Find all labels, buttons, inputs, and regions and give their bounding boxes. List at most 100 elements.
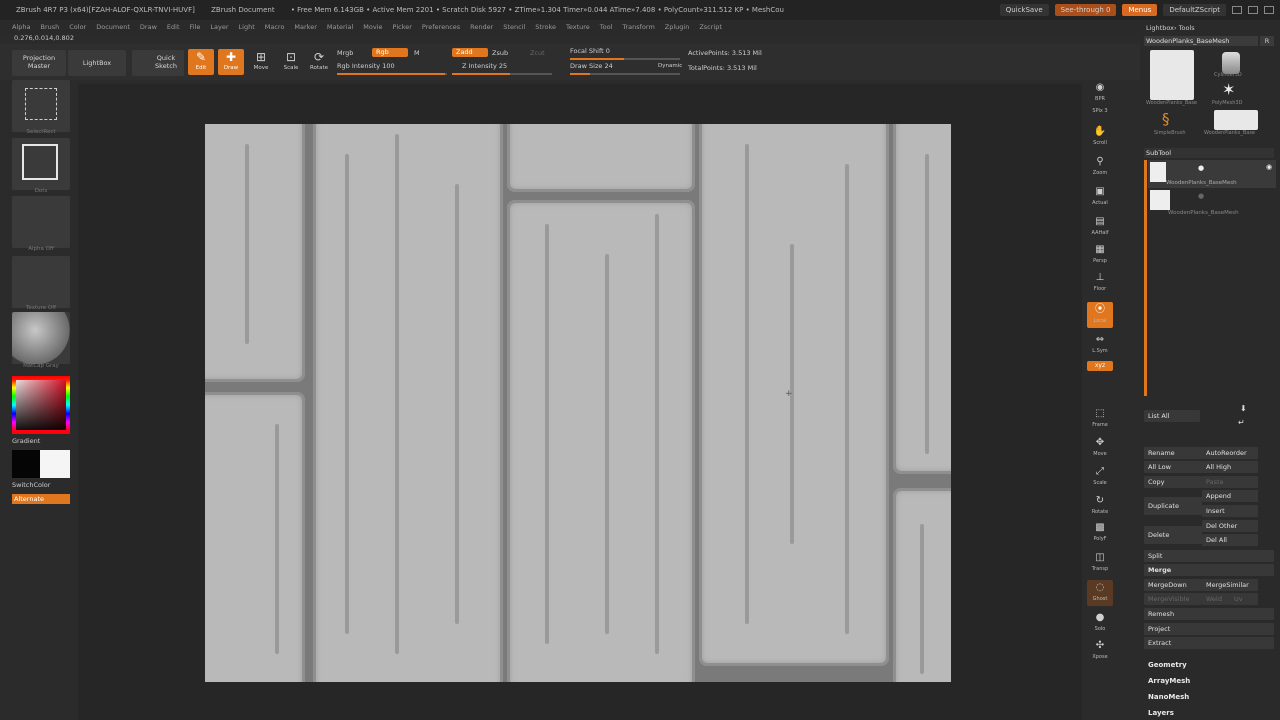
nanomesh-menu[interactable]: NanoMesh: [1148, 693, 1189, 701]
rgb-button[interactable]: Rgb: [372, 48, 408, 57]
cylinder3d-thumb[interactable]: [1222, 52, 1240, 74]
menu-layer[interactable]: Layer: [210, 23, 228, 31]
duplicate-button[interactable]: Duplicate: [1144, 497, 1202, 515]
append-button[interactable]: Append: [1202, 490, 1258, 502]
project-button[interactable]: Project: [1144, 623, 1274, 635]
material-sphere[interactable]: [12, 312, 70, 364]
auto-reorder-button[interactable]: AutoReorder: [1202, 447, 1258, 459]
paste-button[interactable]: Paste: [1202, 476, 1258, 488]
rotate-view-button[interactable]: ↻ Rotate: [1087, 493, 1113, 519]
aahalf-button[interactable]: ▤ AAHalf: [1087, 214, 1113, 240]
del-other-button[interactable]: Del Other: [1202, 520, 1258, 532]
m-button[interactable]: M: [414, 49, 420, 57]
weld-button[interactable]: Weld: [1202, 593, 1230, 605]
subtool-scrollbar[interactable]: [1144, 160, 1147, 396]
transp-button[interactable]: ◫ Transp: [1087, 550, 1113, 576]
merge-similar-button[interactable]: MergeSimilar: [1202, 579, 1258, 591]
draw-button[interactable]: ✚ Draw: [218, 49, 244, 75]
menu-file[interactable]: File: [190, 23, 201, 31]
eye-icon[interactable]: ●: [1198, 192, 1204, 200]
copy-button[interactable]: Copy: [1144, 476, 1202, 488]
rgb-intensity-slider[interactable]: Rgb Intensity 100: [337, 62, 395, 70]
rotate-button[interactable]: ⟳ Rotate: [306, 49, 332, 75]
all-low-button[interactable]: All Low: [1144, 461, 1202, 473]
menu-transform[interactable]: Transform: [622, 23, 654, 31]
r-button[interactable]: R: [1260, 36, 1274, 46]
ghost-button[interactable]: ◌ Ghost: [1087, 580, 1113, 606]
draw-size-slider[interactable]: Draw Size 24: [570, 62, 613, 70]
primary-color-swatch[interactable]: [40, 450, 70, 478]
list-all-button[interactable]: List All: [1144, 410, 1200, 422]
default-zscript-button[interactable]: DefaultZScript: [1163, 4, 1226, 16]
menu-preferences[interactable]: Preferences: [422, 23, 460, 31]
projection-master-button[interactable]: Projection Master: [12, 50, 66, 76]
menu-document[interactable]: Document: [96, 23, 130, 31]
wooden-planks-thumb[interactable]: [1150, 50, 1194, 100]
scroll-button[interactable]: ✋ Scroll: [1087, 124, 1113, 150]
switch-color-button[interactable]: SwitchColor: [12, 481, 50, 489]
lightbox-button[interactable]: LightBox: [68, 50, 126, 76]
actual-button[interactable]: ▣ Actual: [1087, 184, 1113, 210]
merge-button[interactable]: Merge: [1144, 564, 1274, 576]
zsub-button[interactable]: Zsub: [492, 49, 508, 57]
texture-off-slot[interactable]: [12, 256, 70, 308]
floor-button[interactable]: ⊥ Floor: [1087, 270, 1113, 296]
rename-button[interactable]: Rename: [1144, 447, 1202, 459]
del-all-button[interactable]: Del All: [1202, 534, 1258, 546]
arraymesh-menu[interactable]: ArrayMesh: [1148, 677, 1190, 685]
mrgb-button[interactable]: Mrgb: [337, 49, 353, 57]
layers-menu[interactable]: Layers: [1148, 709, 1174, 717]
menu-stroke[interactable]: Stroke: [535, 23, 556, 31]
alternate-button[interactable]: Alternate: [12, 494, 70, 504]
subtool-item-1[interactable]: ● ◉ WoodenPlanks_BaseMesh: [1148, 160, 1276, 188]
menu-movie[interactable]: Movie: [363, 23, 382, 31]
insert-button[interactable]: Insert: [1202, 505, 1258, 517]
xyz-button[interactable]: xyz: [1087, 361, 1113, 371]
see-through-slider[interactable]: See-through 0: [1054, 4, 1117, 16]
menu-light[interactable]: Light: [239, 23, 255, 31]
wooden-planks-canvas[interactable]: +: [205, 124, 951, 682]
quick-sketch-button[interactable]: Quick Sketch: [132, 50, 184, 76]
menu-zplugin[interactable]: Zplugin: [665, 23, 690, 31]
gradient-label[interactable]: Gradient: [12, 437, 40, 445]
menu-picker[interactable]: Picker: [393, 23, 412, 31]
lightbox-tools-link[interactable]: Lightbox› Tools: [1146, 24, 1195, 32]
menu-stencil[interactable]: Stencil: [503, 23, 525, 31]
menu-edit[interactable]: Edit: [167, 23, 180, 31]
zoom-button[interactable]: ⚲ Zoom: [1087, 154, 1113, 180]
stroke-dots[interactable]: [12, 138, 70, 190]
subtool-header[interactable]: SubTool: [1144, 148, 1274, 158]
solo-button[interactable]: ● Solo: [1087, 610, 1113, 636]
menu-render[interactable]: Render: [470, 23, 493, 31]
menu-marker[interactable]: Marker: [294, 23, 316, 31]
local-button[interactable]: ⦿ Local: [1087, 302, 1113, 328]
spix-slider[interactable]: SPix 3: [1087, 108, 1113, 118]
subtool-item-2[interactable]: ● WoodenPlanks_BaseMesh: [1148, 190, 1276, 218]
quicksave-button[interactable]: QuickSave: [999, 4, 1049, 16]
visibility-icon[interactable]: ◉: [1266, 163, 1272, 171]
xpose-button[interactable]: ✣ Xpose: [1087, 638, 1113, 664]
wooden-planks-thumb-2[interactable]: [1214, 110, 1258, 130]
zadd-button[interactable]: Zadd: [452, 48, 488, 57]
bpr-button[interactable]: ◉ BPR: [1087, 80, 1113, 106]
menu-tool[interactable]: Tool: [600, 23, 613, 31]
simplebrush-icon[interactable]: §: [1162, 110, 1170, 128]
restore-icon[interactable]: [1248, 6, 1258, 14]
eye-icon[interactable]: ●: [1198, 164, 1204, 172]
select-rect-brush[interactable]: [12, 80, 70, 132]
edit-button[interactable]: ✎ Edit: [188, 49, 214, 75]
split-button[interactable]: Split: [1144, 550, 1274, 562]
secondary-color-swatch[interactable]: [12, 450, 40, 478]
close-icon[interactable]: [1264, 6, 1274, 14]
merge-down-button[interactable]: MergeDown: [1144, 579, 1202, 591]
uv-button[interactable]: Uv: [1230, 593, 1258, 605]
menu-alpha[interactable]: Alpha: [12, 23, 30, 31]
remesh-button[interactable]: Remesh: [1144, 608, 1274, 620]
merge-visible-button[interactable]: MergeVisible: [1144, 593, 1202, 605]
menu-draw[interactable]: Draw: [140, 23, 157, 31]
focal-shift-slider[interactable]: Focal Shift 0: [570, 47, 610, 55]
extract-button[interactable]: Extract: [1144, 637, 1274, 649]
menu-color[interactable]: Color: [69, 23, 86, 31]
geometry-menu[interactable]: Geometry: [1148, 661, 1187, 669]
polyf-button[interactable]: ▩ PolyF: [1087, 520, 1113, 546]
